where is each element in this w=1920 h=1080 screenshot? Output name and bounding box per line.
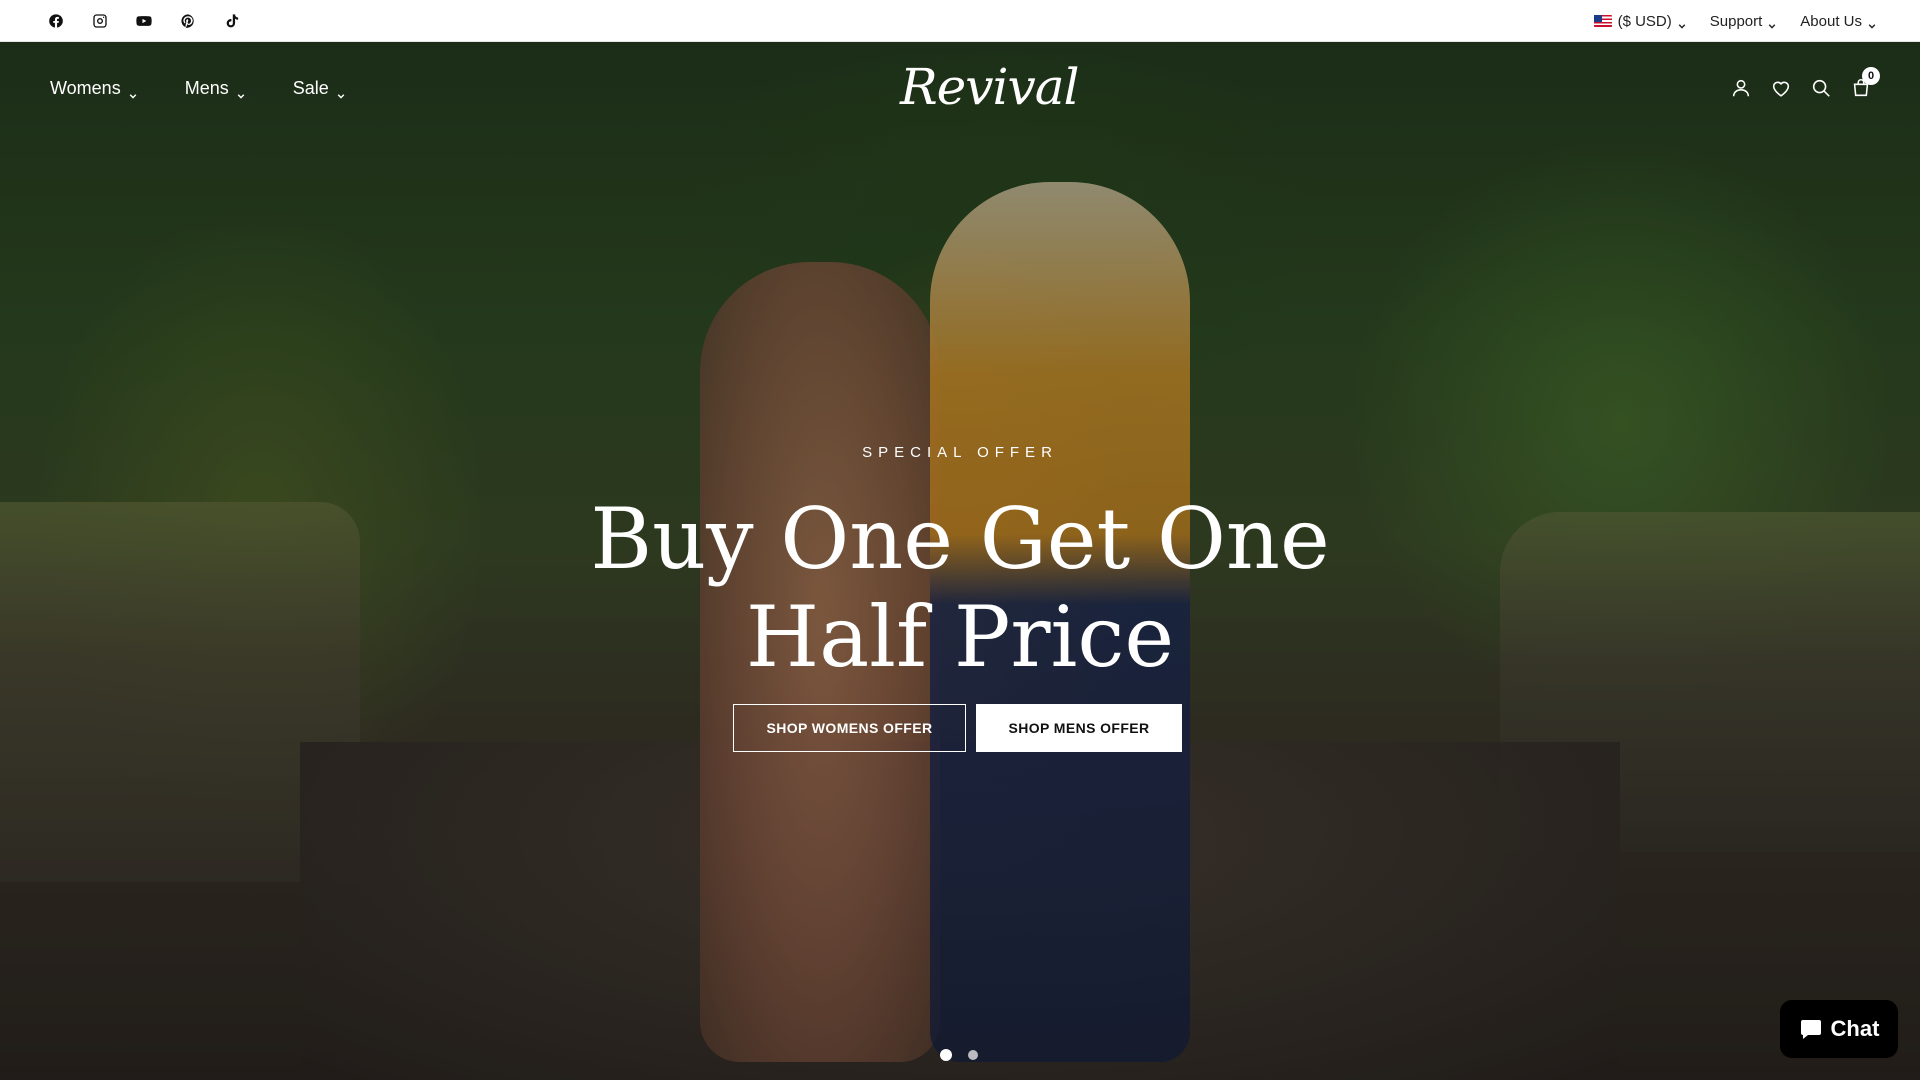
pinterest-icon[interactable] [180, 13, 196, 29]
social-links [48, 0, 240, 42]
currency-selector[interactable]: ($ USD) [1593, 12, 1686, 30]
slider-dot-1[interactable] [940, 1049, 952, 1061]
chevron-down-icon [1868, 17, 1876, 29]
about-us-label: About Us [1800, 12, 1862, 30]
chevron-down-icon [1768, 17, 1776, 29]
facebook-icon[interactable] [48, 13, 64, 29]
nav-item-womens[interactable]: Womens [50, 78, 137, 99]
chevron-down-icon [337, 84, 345, 99]
wishlist-heart-icon[interactable] [1770, 77, 1792, 99]
support-menu[interactable]: Support [1710, 13, 1777, 30]
utility-links: ($ USD) Support About Us [1593, 0, 1876, 42]
hero-headline: Buy One Get One Half Price [560, 490, 1360, 686]
chat-bubble-icon [1800, 1020, 1821, 1039]
slider-dot-2[interactable] [968, 1050, 978, 1060]
nav-item-label: Mens [184, 77, 229, 98]
hero-eyebrow: SPECIAL OFFER [862, 444, 1058, 461]
instagram-icon[interactable] [92, 13, 108, 29]
about-us-menu[interactable]: About Us [1800, 13, 1876, 30]
nav-item-sale[interactable]: Sale [293, 78, 345, 99]
top-utility-bar: ($ USD) Support About Us [0, 0, 1920, 42]
search-icon[interactable] [1810, 77, 1832, 99]
cart-icon[interactable]: 0 [1850, 67, 1880, 99]
slider-pagination [940, 1049, 978, 1061]
tiktok-icon[interactable] [224, 13, 240, 29]
shop-womens-offer-button[interactable]: SHOP WOMENS OFFER [733, 704, 966, 752]
nav-item-mens[interactable]: Mens [185, 78, 245, 99]
shop-mens-offer-button[interactable]: SHOP MENS OFFER [976, 704, 1182, 752]
chat-widget-button[interactable]: Chat [1780, 1000, 1898, 1058]
cart-count-badge: 0 [1862, 67, 1880, 85]
main-nav: Womens Mens Sale Revival 0 [0, 42, 1920, 134]
us-flag-icon [1593, 15, 1612, 27]
support-label: Support [1709, 12, 1763, 30]
nav-item-label: Womens [50, 77, 121, 98]
account-icon[interactable] [1730, 77, 1752, 99]
youtube-icon[interactable] [136, 13, 152, 29]
hero-headline-line-2: Half Price [745, 588, 1175, 686]
chat-label: Chat [1830, 1016, 1880, 1041]
chevron-down-icon [1678, 17, 1686, 29]
chevron-down-icon [129, 84, 137, 99]
currency-label: ($ USD) [1617, 12, 1672, 30]
hero-headline-line-1: Buy One Get One [590, 490, 1330, 588]
hero-cta-group: SHOP WOMENS OFFER SHOP MENS OFFER [733, 704, 1182, 752]
header-actions: 0 [1730, 42, 1880, 134]
nav-item-label: Sale [292, 77, 329, 98]
chevron-down-icon [237, 84, 245, 99]
site-logo[interactable]: Revival [900, 56, 1080, 118]
nav-menu: Womens Mens Sale [50, 42, 345, 134]
